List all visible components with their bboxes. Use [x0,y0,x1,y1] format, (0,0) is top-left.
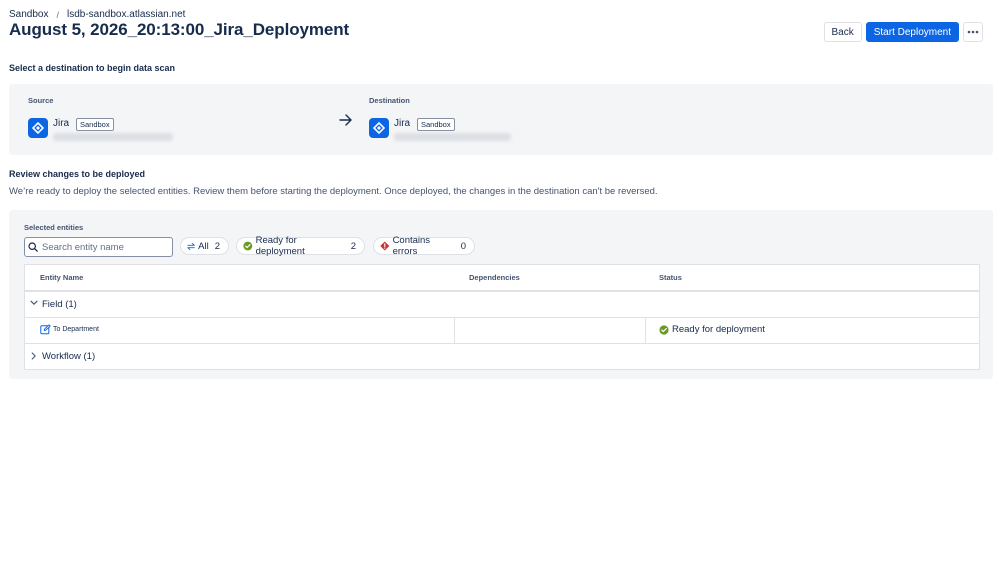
filter-errors-label: Contains errors [392,235,431,257]
source-app-name: Jira [53,118,70,129]
group-row-field[interactable]: Field (1) [25,292,979,318]
filter-ready-label: Ready for deployment [255,235,305,257]
chevron-right-icon [31,352,36,360]
breadcrumb-site[interactable]: lsdb-sandbox.atlassian.net [67,9,185,20]
search-field[interactable] [24,237,173,257]
review-heading: Review changes to be deployed [9,169,146,179]
header-actions: Back Start Deployment [823,22,983,42]
source-sandbox-tag: Sandbox [76,118,114,131]
table-header: Entity Name Dependencies Status [25,265,979,292]
error-icon [380,241,390,251]
check-circle-icon [243,241,253,251]
source-destination-panel: Source Jira Sandbox Destination Jira San… [9,84,993,155]
filter-all-chip[interactable]: All 2 [180,237,229,255]
jira-icon [369,118,389,138]
chevron-down-icon [30,300,38,305]
breadcrumb-sandbox[interactable]: Sandbox [9,9,48,20]
entity-name[interactable]: To Department [53,326,99,333]
review-description: We’re ready to deploy the selected entit… [9,186,658,197]
filter-ready-count: 2 [350,240,356,252]
search-icon [28,242,38,252]
filter-all-label: All [198,240,209,252]
start-deployment-button[interactable]: Start Deployment [865,22,959,42]
selected-entities-label: Selected entities [24,223,84,232]
status-text: Ready for deployment [672,324,765,335]
filter-errors-chip[interactable]: Contains errors 0 [373,235,475,257]
breadcrumb-separator: / [56,9,59,20]
check-circle-icon [659,324,669,335]
destination-sandbox-tag: Sandbox [417,118,455,131]
column-entity-name[interactable]: Entity Name [40,273,83,282]
page-title: August 5, 2026_20:13:00_Jira_Deployment [9,20,350,39]
column-dependencies[interactable]: Dependencies [469,273,520,282]
group-label-field: Field (1) [42,299,77,310]
edit-icon [40,324,51,335]
filter-ready-chip[interactable]: Ready for deployment 2 [236,235,365,257]
more-actions-button[interactable] [963,22,983,42]
destination-label: Destination [369,96,410,105]
group-label-workflow: Workflow (1) [42,351,96,362]
column-status[interactable]: Status [659,273,682,282]
table-row: To Department Ready for deployment [25,318,979,344]
entities-table: Entity Name Dependencies Status Field (1… [24,264,980,370]
jira-icon [28,118,48,138]
source-label: Source [28,96,54,105]
back-button[interactable]: Back [823,22,862,42]
swap-icon [187,242,195,250]
more-horizontal-icon [967,30,979,34]
cell-divider [454,318,455,343]
source-site-redacted [53,133,173,141]
filter-errors-count: 0 [460,240,466,252]
search-input[interactable] [42,241,162,253]
destination-app-name: Jira [394,118,411,129]
group-row-workflow[interactable]: Workflow (1) [25,344,979,369]
filter-all-count: 2 [214,240,220,252]
cell-divider [645,318,646,343]
destination-heading: Select a destination to begin data scan [9,63,176,73]
arrow-right-icon [339,114,352,126]
entities-panel: Selected entities All 2 Ready for deploy… [9,210,993,379]
status-badge: Ready for deployment [659,324,765,335]
breadcrumb: Sandbox / lsdb-sandbox.atlassian.net [9,9,185,20]
destination-site-redacted [394,133,511,141]
